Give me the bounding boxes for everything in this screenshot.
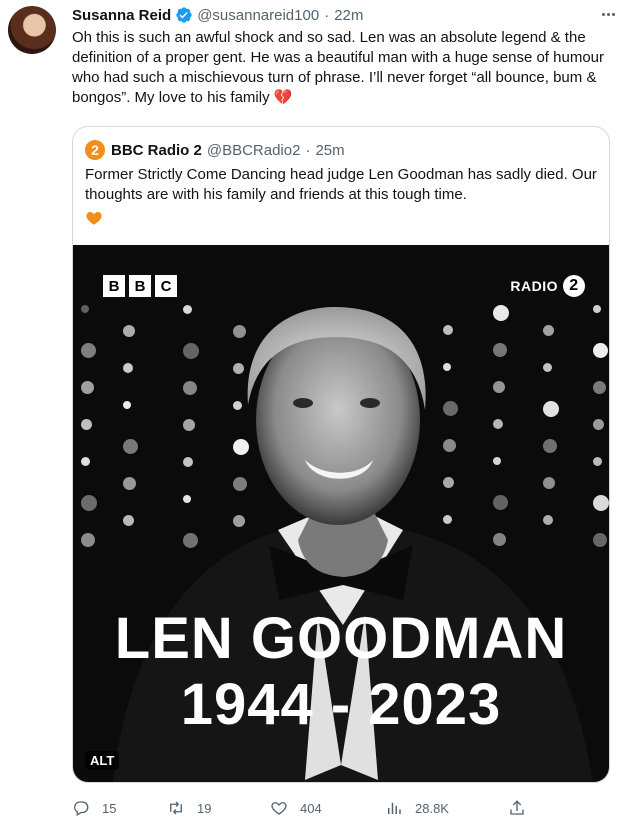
author-handle[interactable]: @susannareid100 — [197, 7, 319, 24]
tweet-timestamp[interactable]: 22m — [334, 7, 363, 24]
reply-button[interactable]: 15 — [72, 796, 116, 820]
heart-icon — [271, 802, 287, 815]
bbc-logo-letter: C — [155, 275, 177, 297]
bbc-logo-letter: B — [129, 275, 151, 297]
orange-heart-icon — [86, 212, 102, 225]
radio2-logo: RADIO 2 — [510, 275, 585, 297]
author-name[interactable]: Susanna Reid — [72, 7, 171, 24]
radio-number: 2 — [563, 275, 585, 297]
reply-count: 15 — [102, 800, 117, 816]
retweet-count: 19 — [197, 800, 212, 816]
verified-badge-icon — [176, 7, 192, 23]
quoted-tweet-text: Former Strictly Come Dancing head judge … — [85, 166, 597, 203]
quoted-author-handle: @BBCRadio2 — [206, 141, 301, 159]
reply-icon — [74, 801, 89, 816]
bbc-logo-letter: B — [103, 275, 125, 297]
like-button[interactable]: 404 — [270, 796, 322, 820]
views-count: 28.8K — [415, 800, 449, 816]
separator-dot: · — [305, 141, 311, 159]
retweet-button[interactable]: 19 — [167, 796, 211, 820]
like-count: 404 — [300, 800, 322, 816]
tweet[interactable]: Susanna Reid @susannareid100 · 22m Oh th… — [0, 0, 634, 834]
retweet-icon — [170, 801, 182, 815]
tweet-header: Susanna Reid @susannareid100 · 22m — [72, 4, 624, 26]
quoted-tweet[interactable]: 2 BBC Radio 2 @BBCRadio2 · 25m Former St… — [72, 126, 610, 783]
quoted-tweet-header: 2 BBC Radio 2 @BBCRadio2 · 25m — [85, 139, 345, 161]
tribute-image[interactable]: B B C RADIO 2 LEN GOODMAN 1944 - 2023 AL… — [73, 245, 609, 782]
action-bar: 15 19 404 28.8K — [72, 796, 552, 820]
alt-text-badge[interactable]: ALT — [85, 751, 120, 770]
separator-dot: · — [324, 6, 330, 24]
more-options-icon[interactable] — [596, 4, 620, 24]
radio-label: RADIO — [510, 278, 558, 294]
views-button[interactable]: 28.8K — [385, 796, 449, 820]
quoted-author-avatar: 2 — [85, 140, 105, 160]
views-chart-icon — [388, 802, 401, 814]
headline-years: 1944 - 2023 — [180, 672, 502, 737]
share-icon — [510, 800, 524, 815]
quoted-author-name: BBC Radio 2 — [111, 141, 202, 159]
headline-name: LEN GOODMAN — [114, 606, 568, 671]
tweet-text: Oh this is such an awful shock and so sa… — [72, 29, 604, 106]
bbc-logo: B B C — [103, 275, 177, 297]
quoted-tweet-timestamp: 25m — [315, 141, 345, 159]
author-avatar[interactable] — [8, 6, 56, 54]
share-button[interactable] — [508, 796, 538, 820]
